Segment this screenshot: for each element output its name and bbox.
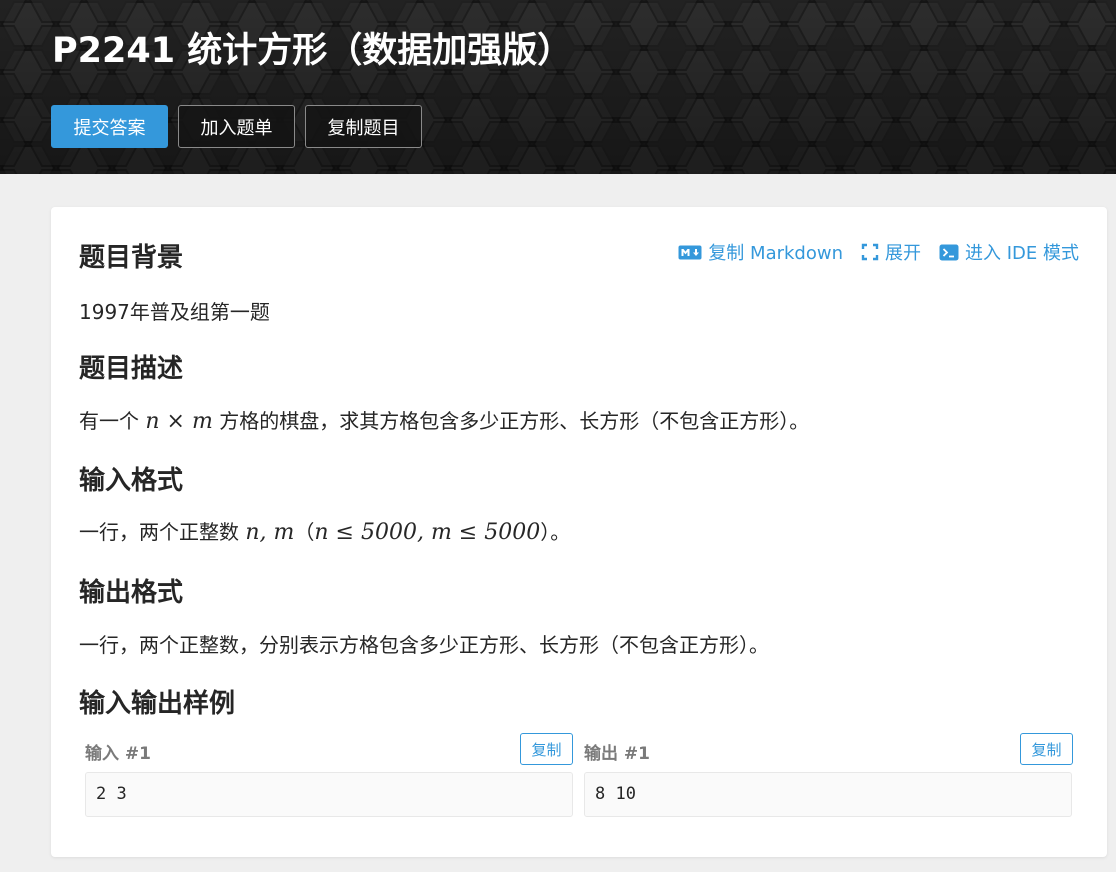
copy-sample-input-button[interactable]: 复制 [520,733,573,765]
output-format-heading: 输出格式 [79,578,184,608]
samples-heading: 输入输出样例 [79,689,236,719]
copy-problem-button[interactable]: 复制题目 [305,105,422,148]
math-var-n: n [145,409,160,434]
expand-icon [861,243,879,261]
input-format-text-before: 一行，两个正整数 [79,520,239,544]
description-heading: 题目描述 [79,354,184,384]
sample-input-box[interactable]: 2 3 [85,772,573,817]
math-var-m: m [191,409,213,434]
input-format-paren-close: ）。 [540,520,571,544]
description-text-after: 方格的棋盘，求其方格包含多少正方形、长方形（不包含正方形）。 [219,409,810,433]
terminal-icon [939,244,959,260]
problem-toolbar: 复制 Markdown 展开 进入 IDE 模式 [678,239,1079,265]
description-math: n × m [145,409,212,434]
background-text: 1997年普及组第一题 [79,300,270,324]
markdown-icon [678,245,702,259]
description-text: 有一个 n × m 方格的棋盘，求其方格包含多少正方形、长方形（不包含正方形）。 [79,405,809,434]
output-format-text: 一行，两个正整数，分别表示方格包含多少正方形、长方形（不包含正方形）。 [79,633,769,657]
expand-label: 展开 [885,243,921,264]
math-times: × [166,409,185,434]
input-format-math-cond: n ≤ 5000, m ≤ 5000 [314,520,540,545]
background-heading: 题目背景 [79,243,184,273]
input-format-math-vars: n, m [245,520,294,545]
sample-input-label: 输入 #1 [85,744,151,764]
problem-content-card: 复制 Markdown 展开 进入 IDE 模式 题目背景 1997年普及组第一… [51,207,1107,857]
problem-header-banner: P2241 统计方形（数据加强版） 提交答案 加入题单 复制题目 [0,0,1116,174]
ide-mode-label: 进入 IDE 模式 [965,243,1079,264]
expand-action[interactable]: 展开 [861,239,921,265]
ide-mode-action[interactable]: 进入 IDE 模式 [939,239,1079,265]
input-format-text: 一行，两个正整数 n, m（n ≤ 5000, m ≤ 5000）。 [79,516,570,545]
page-title: P2241 统计方形（数据加强版） [52,31,573,71]
math-condition: n ≤ 5000, m ≤ 5000 [314,520,541,545]
input-format-heading: 输入格式 [79,466,184,496]
input-format-paren-open: （ [294,520,315,544]
copy-markdown-label: 复制 Markdown [708,243,843,264]
add-to-problem-list-button[interactable]: 加入题单 [178,105,295,148]
description-text-before: 有一个 [79,409,139,433]
sample-output-label: 输出 #1 [584,744,650,764]
copy-markdown-action[interactable]: 复制 Markdown [678,239,843,265]
copy-sample-output-button[interactable]: 复制 [1020,733,1073,765]
math-vars: n, m [245,520,295,545]
submit-answer-button[interactable]: 提交答案 [51,105,168,148]
sample-output-box[interactable]: 8 10 [584,772,1072,817]
